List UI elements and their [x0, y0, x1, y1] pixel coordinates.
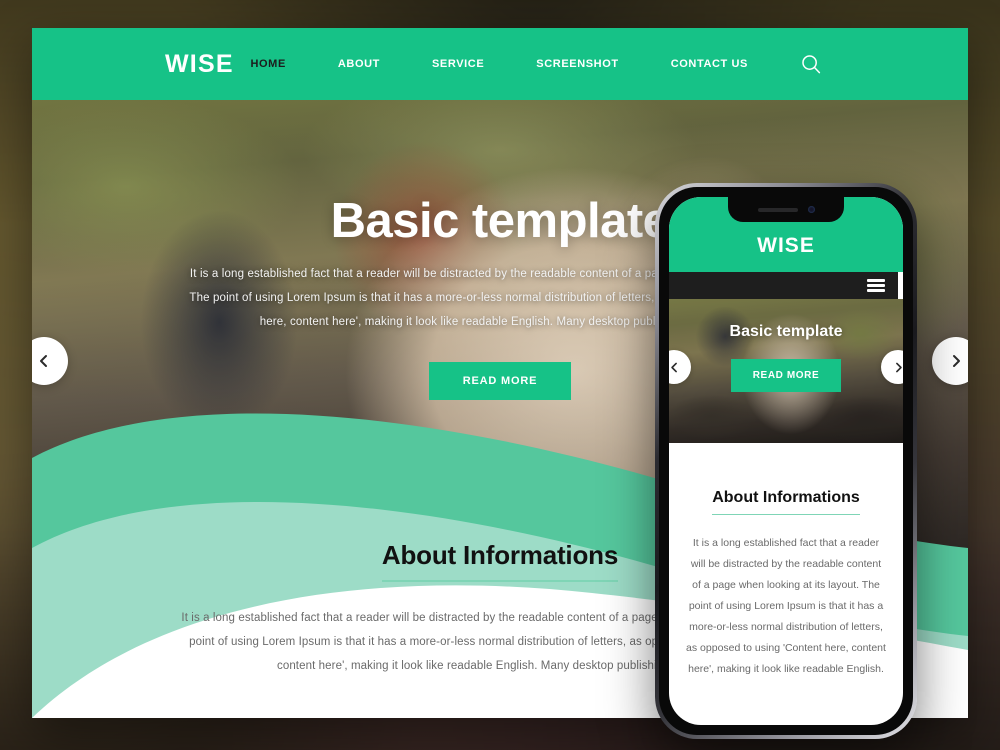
phone-about-paragraph: It is a long established fact that a rea…: [686, 537, 886, 675]
phone-notch: [728, 197, 844, 222]
phone-frame: WISE Basic template READ MORE About Info…: [655, 183, 917, 739]
chevron-right-icon: [953, 355, 960, 367]
search-icon[interactable]: [800, 51, 822, 77]
phone-hero-slider: Basic template READ MORE: [669, 299, 903, 443]
phone-site-logo[interactable]: WISE: [757, 234, 815, 258]
hamburger-bar: [867, 289, 885, 292]
phone-bezel: WISE Basic template READ MORE About Info…: [659, 187, 913, 735]
phone-mockup: WISE Basic template READ MORE About Info…: [655, 183, 917, 739]
hero-read-more-button[interactable]: READ MORE: [428, 362, 572, 401]
phone-hero-title: Basic template: [729, 323, 843, 340]
nav-item-about[interactable]: ABOUT: [338, 52, 380, 76]
chevron-left-icon: [40, 355, 47, 367]
front-camera-icon: [807, 206, 815, 213]
nav-item-service[interactable]: SERVICE: [432, 52, 484, 76]
nav-item-home[interactable]: HOME: [250, 52, 285, 76]
phone-about-title: About Informations: [712, 489, 860, 515]
chevron-right-icon: [895, 362, 902, 372]
hamburger-bar: [867, 284, 885, 287]
phone-read-more-button[interactable]: READ MORE: [730, 359, 842, 392]
nav-item-screenshot[interactable]: SCREENSHOT: [536, 52, 618, 76]
site-logo[interactable]: WISE: [165, 50, 250, 79]
chevron-left-icon: [670, 362, 677, 372]
phone-screen: WISE Basic template READ MORE About Info…: [669, 197, 903, 725]
phone-about-section: About Informations It is a long establis…: [669, 443, 903, 680]
phone-navbar: [669, 272, 898, 299]
hamburger-bar: [867, 279, 885, 282]
primary-navigation: HOME ABOUT SERVICE SCREENSHOT CONTACT US: [250, 52, 800, 76]
phone-hero-content: Basic template READ MORE: [669, 323, 903, 392]
nav-item-contact-us[interactable]: CONTACT US: [671, 52, 748, 76]
desktop-navbar: WISE HOME ABOUT SERVICE SCREENSHOT CONTA…: [32, 28, 968, 100]
earpiece-speaker-icon: [757, 207, 798, 212]
hamburger-menu-icon[interactable]: [867, 279, 885, 292]
about-title: About Informations: [381, 540, 618, 582]
